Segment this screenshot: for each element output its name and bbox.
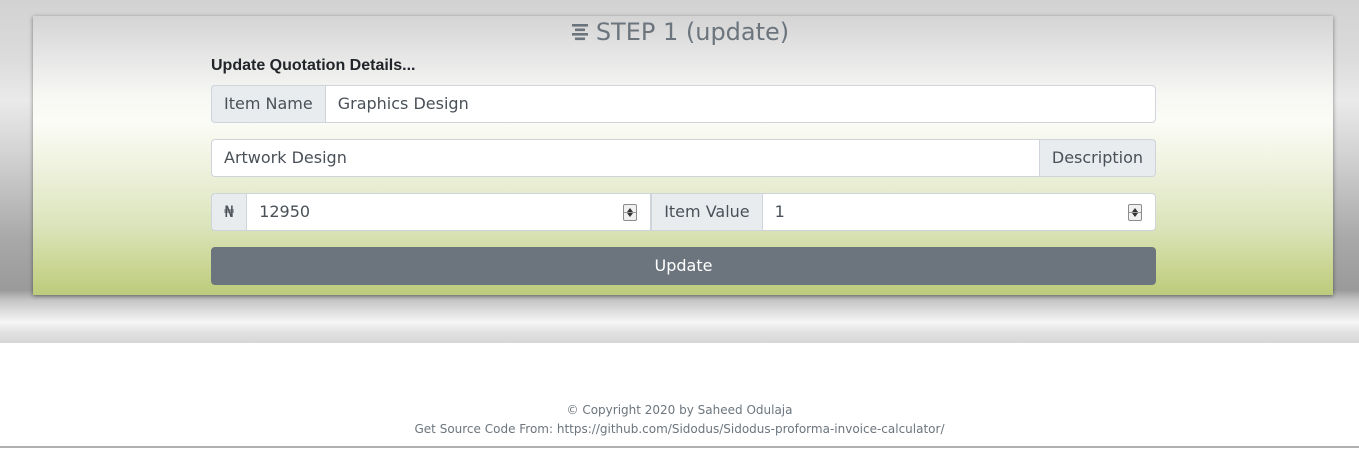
spinner-down-icon[interactable]	[1132, 213, 1138, 217]
amount-spinner[interactable]	[623, 204, 638, 221]
amount-value-group: ₦ 12950 Item Value 1	[211, 193, 1156, 231]
update-button[interactable]: Update	[211, 247, 1156, 285]
item-name-label: Item Name	[211, 85, 325, 123]
item-name-group: Item Name Graphics Design	[211, 85, 1156, 123]
amount-input[interactable]: 12950	[246, 193, 652, 231]
description-group: Artwork Design Description	[211, 139, 1156, 177]
currency-symbol: ₦	[211, 193, 247, 231]
item-value-input[interactable]: 1	[761, 193, 1156, 231]
spinner-down-icon[interactable]	[627, 213, 634, 217]
footer-copyright: © Copyright 2020 by Saheed Odulaja	[566, 403, 793, 417]
description-label: Description	[1039, 139, 1156, 177]
footer-divider	[0, 446, 1359, 448]
item-name-input[interactable]: Graphics Design	[324, 85, 1156, 123]
form-heading: Update Quotation Details...	[211, 57, 416, 74]
step-title-text: STEP 1 (update)	[595, 18, 790, 46]
item-value-spinner[interactable]	[1128, 204, 1142, 221]
item-value-label: Item Value	[651, 193, 762, 231]
step-title: STEP 1 (update)	[0, 16, 1359, 48]
amount-value: 12950	[259, 202, 311, 221]
description-input[interactable]: Artwork Design	[211, 139, 1040, 177]
align-center-icon	[570, 18, 590, 41]
item-value-value: 1	[774, 202, 785, 221]
footer-source-link[interactable]: Get Source Code From: https://github.com…	[0, 422, 1359, 436]
